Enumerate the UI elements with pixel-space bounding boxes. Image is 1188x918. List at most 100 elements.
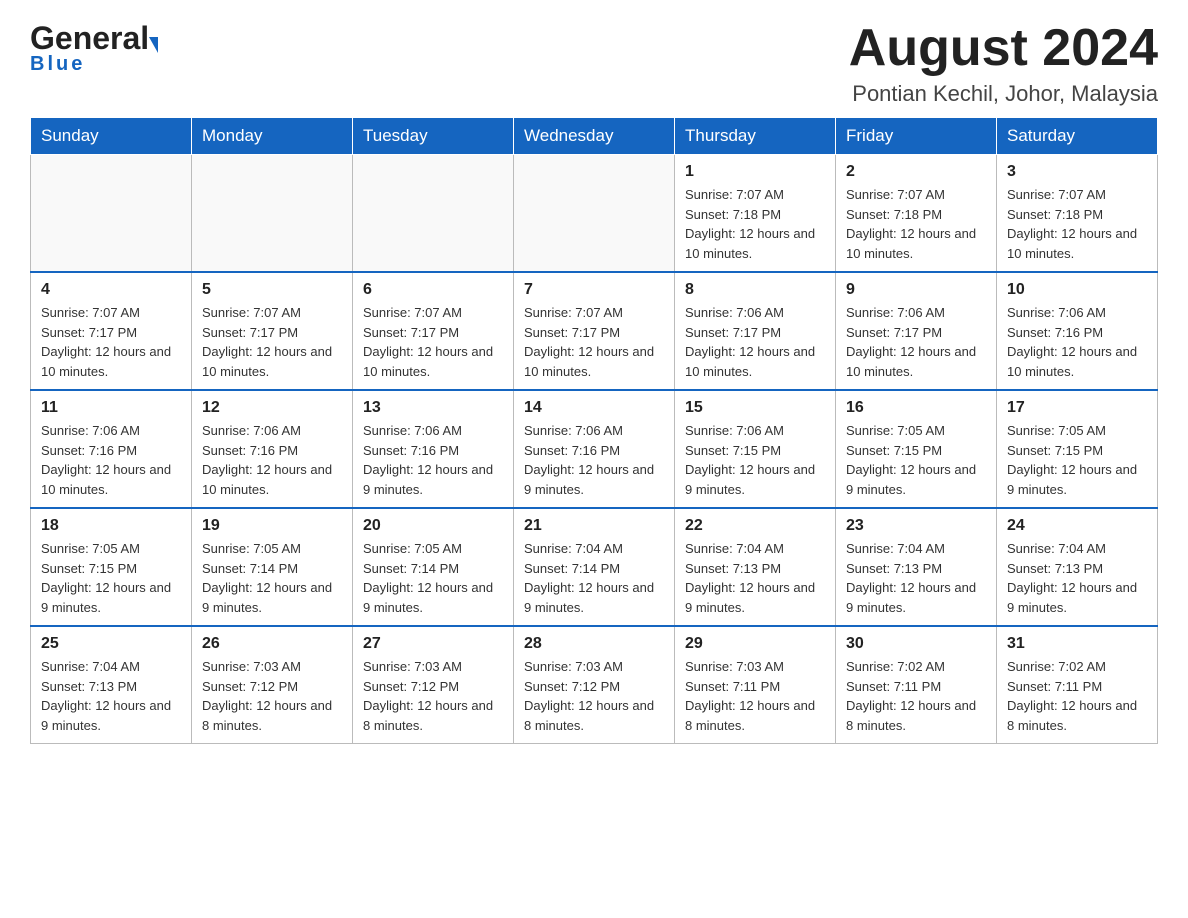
calendar-week-row: 18 Sunrise: 7:05 AMSunset: 7:15 PMDayligh… bbox=[31, 508, 1158, 626]
calendar-table: Sunday Monday Tuesday Wednesday Thursday… bbox=[30, 117, 1158, 744]
table-row: 20 Sunrise: 7:05 AMSunset: 7:14 PMDayligh… bbox=[353, 508, 514, 626]
day-info: Sunrise: 7:07 AMSunset: 7:18 PMDaylight:… bbox=[846, 185, 986, 263]
day-number: 31 bbox=[1007, 635, 1147, 653]
table-row: 13Sunrise: 7:06 AMSunset: 7:16 PMDayligh… bbox=[353, 390, 514, 508]
table-row: 18 Sunrise: 7:05 AMSunset: 7:15 PMDayligh… bbox=[31, 508, 192, 626]
day-number: 7 bbox=[524, 281, 664, 299]
day-info: Sunrise: 7:07 AMSunset: 7:17 PMDaylight:… bbox=[41, 303, 181, 381]
day-info: Sunrise: 7:06 AMSunset: 7:16 PMDaylight:… bbox=[202, 421, 342, 499]
table-row: 12 Sunrise: 7:06 AMSunset: 7:16 PMDayligh… bbox=[192, 390, 353, 508]
day-number: 6 bbox=[363, 281, 503, 299]
table-row: 23Sunrise: 7:04 AMSunset: 7:13 PMDayligh… bbox=[836, 508, 997, 626]
day-info: Sunrise: 7:05 AMSunset: 7:15 PMDaylight:… bbox=[846, 421, 986, 499]
day-info: Sunrise: 7:06 AMSunset: 7:17 PMDaylight:… bbox=[685, 303, 825, 381]
day-number: 21 bbox=[524, 517, 664, 535]
day-number: 2 bbox=[846, 163, 986, 181]
day-info: Sunrise: 7:05 AMSunset: 7:15 PMDaylight:… bbox=[41, 539, 181, 617]
day-info: Sunrise: 7:03 AMSunset: 7:12 PMDaylight:… bbox=[363, 657, 503, 735]
day-info: Sunrise: 7:06 AMSunset: 7:17 PMDaylight:… bbox=[846, 303, 986, 381]
table-row: 1Sunrise: 7:07 AMSunset: 7:18 PMDaylight… bbox=[675, 155, 836, 273]
day-number: 10 bbox=[1007, 281, 1147, 299]
day-number: 5 bbox=[202, 281, 342, 299]
logo: General Blue bbox=[30, 20, 158, 76]
logo-arrow-icon bbox=[149, 37, 158, 53]
day-info: Sunrise: 7:07 AMSunset: 7:17 PMDaylight:… bbox=[202, 303, 342, 381]
day-info: Sunrise: 7:07 AMSunset: 7:17 PMDaylight:… bbox=[363, 303, 503, 381]
day-number: 4 bbox=[41, 281, 181, 299]
day-info: Sunrise: 7:06 AMSunset: 7:16 PMDaylight:… bbox=[41, 421, 181, 499]
day-info: Sunrise: 7:06 AMSunset: 7:16 PMDaylight:… bbox=[524, 421, 664, 499]
calendar-header-row: Sunday Monday Tuesday Wednesday Thursday… bbox=[31, 118, 1158, 155]
table-row: 27 Sunrise: 7:03 AMSunset: 7:12 PMDayligh… bbox=[353, 626, 514, 744]
calendar-week-row: 11 Sunrise: 7:06 AMSunset: 7:16 PMDayligh… bbox=[31, 390, 1158, 508]
table-row: 16Sunrise: 7:05 AMSunset: 7:15 PMDayligh… bbox=[836, 390, 997, 508]
day-number: 9 bbox=[846, 281, 986, 299]
table-row: 10 Sunrise: 7:06 AMSunset: 7:16 PMDayligh… bbox=[997, 272, 1158, 390]
day-number: 13 bbox=[363, 399, 503, 417]
table-row: 14 Sunrise: 7:06 AMSunset: 7:16 PMDayligh… bbox=[514, 390, 675, 508]
col-saturday: Saturday bbox=[997, 118, 1158, 155]
col-monday: Monday bbox=[192, 118, 353, 155]
table-row bbox=[192, 155, 353, 273]
col-tuesday: Tuesday bbox=[353, 118, 514, 155]
table-row: 5 Sunrise: 7:07 AMSunset: 7:17 PMDaylight… bbox=[192, 272, 353, 390]
day-number: 18 bbox=[41, 517, 181, 535]
table-row: 3 Sunrise: 7:07 AMSunset: 7:18 PMDaylight… bbox=[997, 155, 1158, 273]
col-sunday: Sunday bbox=[31, 118, 192, 155]
day-info: Sunrise: 7:03 AMSunset: 7:11 PMDaylight:… bbox=[685, 657, 825, 735]
table-row: 24Sunrise: 7:04 AMSunset: 7:13 PMDayligh… bbox=[997, 508, 1158, 626]
table-row: 25 Sunrise: 7:04 AMSunset: 7:13 PMDayligh… bbox=[31, 626, 192, 744]
table-row: 6 Sunrise: 7:07 AMSunset: 7:17 PMDaylight… bbox=[353, 272, 514, 390]
day-number: 8 bbox=[685, 281, 825, 299]
day-number: 20 bbox=[363, 517, 503, 535]
calendar-title: August 2024 bbox=[849, 20, 1158, 77]
table-row bbox=[31, 155, 192, 273]
day-number: 3 bbox=[1007, 163, 1147, 181]
table-row: 4 Sunrise: 7:07 AMSunset: 7:17 PMDaylight… bbox=[31, 272, 192, 390]
logo-blue-text: Blue bbox=[30, 53, 85, 76]
day-number: 12 bbox=[202, 399, 342, 417]
day-info: Sunrise: 7:06 AMSunset: 7:16 PMDaylight:… bbox=[1007, 303, 1147, 381]
col-friday: Friday bbox=[836, 118, 997, 155]
day-info: Sunrise: 7:05 AMSunset: 7:14 PMDaylight:… bbox=[202, 539, 342, 617]
table-row: 9 Sunrise: 7:06 AMSunset: 7:17 PMDaylight… bbox=[836, 272, 997, 390]
table-row: 30 Sunrise: 7:02 AMSunset: 7:11 PMDayligh… bbox=[836, 626, 997, 744]
table-row: 31 Sunrise: 7:02 AMSunset: 7:11 PMDayligh… bbox=[997, 626, 1158, 744]
col-thursday: Thursday bbox=[675, 118, 836, 155]
day-number: 15 bbox=[685, 399, 825, 417]
day-info: Sunrise: 7:06 AMSunset: 7:15 PMDaylight:… bbox=[685, 421, 825, 499]
calendar-subtitle: Pontian Kechil, Johor, Malaysia bbox=[849, 81, 1158, 107]
calendar-week-row: 25 Sunrise: 7:04 AMSunset: 7:13 PMDayligh… bbox=[31, 626, 1158, 744]
day-info: Sunrise: 7:04 AMSunset: 7:13 PMDaylight:… bbox=[685, 539, 825, 617]
calendar-week-row: 1 Sunrise: 7:07 AMSunset: 7:18 PMDaylight… bbox=[31, 155, 1158, 273]
title-block: August 2024 Pontian Kechil, Johor, Malay… bbox=[849, 20, 1158, 107]
day-info: Sunrise: 7:04 AMSunset: 7:14 PMDaylight:… bbox=[524, 539, 664, 617]
day-info: Sunrise: 7:02 AMSunset: 7:11 PMDaylight:… bbox=[846, 657, 986, 735]
day-number: 17 bbox=[1007, 399, 1147, 417]
day-number: 11 bbox=[41, 399, 181, 417]
table-row: 22Sunrise: 7:04 AMSunset: 7:13 PMDayligh… bbox=[675, 508, 836, 626]
day-number: 14 bbox=[524, 399, 664, 417]
table-row: 11 Sunrise: 7:06 AMSunset: 7:16 PMDayligh… bbox=[31, 390, 192, 508]
day-info: Sunrise: 7:03 AMSunset: 7:12 PMDaylight:… bbox=[524, 657, 664, 735]
day-info: Sunrise: 7:07 AMSunset: 7:18 PMDaylight:… bbox=[1007, 185, 1147, 263]
day-info: Sunrise: 7:04 AMSunset: 7:13 PMDaylight:… bbox=[41, 657, 181, 735]
day-number: 1 bbox=[685, 163, 825, 181]
table-row: 21 Sunrise: 7:04 AMSunset: 7:14 PMDayligh… bbox=[514, 508, 675, 626]
table-row bbox=[514, 155, 675, 273]
table-row: 15 Sunrise: 7:06 AMSunset: 7:15 PMDayligh… bbox=[675, 390, 836, 508]
table-row: 17Sunrise: 7:05 AMSunset: 7:15 PMDayligh… bbox=[997, 390, 1158, 508]
table-row: 7Sunrise: 7:07 AMSunset: 7:17 PMDaylight… bbox=[514, 272, 675, 390]
day-number: 30 bbox=[846, 635, 986, 653]
calendar-week-row: 4 Sunrise: 7:07 AMSunset: 7:17 PMDaylight… bbox=[31, 272, 1158, 390]
day-number: 26 bbox=[202, 635, 342, 653]
page-header: General Blue August 2024 Pontian Kechil,… bbox=[30, 20, 1158, 107]
day-info: Sunrise: 7:04 AMSunset: 7:13 PMDaylight:… bbox=[1007, 539, 1147, 617]
day-info: Sunrise: 7:02 AMSunset: 7:11 PMDaylight:… bbox=[1007, 657, 1147, 735]
col-wednesday: Wednesday bbox=[514, 118, 675, 155]
table-row: 8 Sunrise: 7:06 AMSunset: 7:17 PMDaylight… bbox=[675, 272, 836, 390]
day-number: 27 bbox=[363, 635, 503, 653]
day-info: Sunrise: 7:05 AMSunset: 7:14 PMDaylight:… bbox=[363, 539, 503, 617]
day-number: 25 bbox=[41, 635, 181, 653]
logo-general-text: General bbox=[30, 20, 149, 57]
